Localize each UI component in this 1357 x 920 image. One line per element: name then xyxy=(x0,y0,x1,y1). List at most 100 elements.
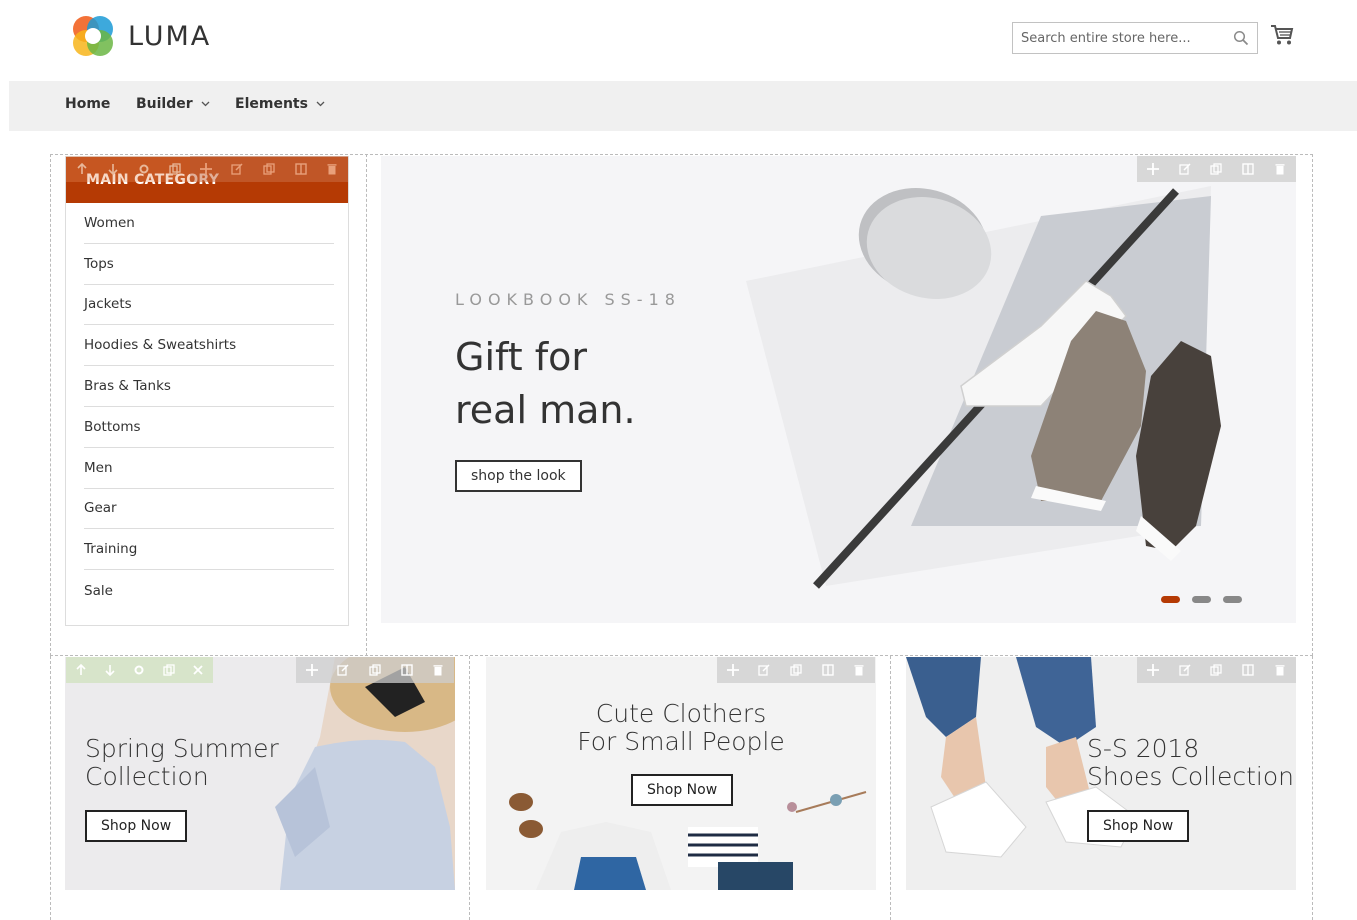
element-toolbar xyxy=(717,657,875,683)
duplicate-icon[interactable] xyxy=(263,163,275,175)
duplicate-icon[interactable] xyxy=(1210,664,1223,676)
category-item-gear[interactable]: Gear xyxy=(84,489,334,530)
nav-item-elements[interactable]: Elements xyxy=(235,96,325,112)
category-list: Women Tops Jackets Hoodies & Sweatshirts… xyxy=(66,203,348,611)
hero-slider: LOOKBOOK SS-18 Gift for real man. shop t… xyxy=(381,156,1296,623)
duplicate-icon[interactable] xyxy=(790,664,802,676)
search-input[interactable] xyxy=(1013,23,1223,53)
columns-icon[interactable] xyxy=(821,664,834,676)
move-icon[interactable] xyxy=(1146,163,1159,175)
hero-title-line: Gift for xyxy=(455,335,587,379)
promo-title: Spring Summer Collection xyxy=(85,735,279,791)
nav-item-builder[interactable]: Builder xyxy=(136,96,210,112)
shop-now-button[interactable]: Shop Now xyxy=(631,774,734,806)
delete-icon[interactable] xyxy=(432,664,444,676)
category-item-training[interactable]: Training xyxy=(84,529,334,571)
slide-dot[interactable] xyxy=(1223,596,1242,603)
columns-icon[interactable] xyxy=(1242,163,1254,175)
category-item-bras-tanks[interactable]: Bras & Tanks xyxy=(84,366,334,407)
chevron-down-icon xyxy=(201,101,210,107)
element-toolbar xyxy=(1137,657,1296,683)
category-item-jackets[interactable]: Jackets xyxy=(84,285,334,326)
category-item-men[interactable]: Men xyxy=(84,448,334,489)
logo[interactable]: LUMA xyxy=(70,13,211,59)
brand-name: LUMA xyxy=(128,20,212,52)
gear-icon[interactable] xyxy=(133,664,145,676)
column-divider xyxy=(890,656,891,920)
chevron-down-icon xyxy=(316,101,325,107)
promo-title-line: Spring Summer xyxy=(85,734,279,763)
slider-pagination xyxy=(1161,596,1242,603)
nav-item-home[interactable]: Home xyxy=(65,96,110,112)
column-divider xyxy=(366,154,367,656)
arrow-up-icon[interactable] xyxy=(76,163,88,175)
shop-now-button[interactable]: Shop Now xyxy=(1087,810,1190,842)
promo-title-line: S-S 2018 xyxy=(1087,734,1200,763)
duplicate-icon[interactable] xyxy=(1210,163,1223,175)
row-toolbar xyxy=(66,156,190,182)
delete-icon[interactable] xyxy=(1274,163,1286,175)
edit-icon[interactable] xyxy=(337,664,349,676)
close-icon[interactable] xyxy=(192,664,204,676)
promo-title-line: For Small People xyxy=(577,727,785,756)
arrow-down-icon[interactable] xyxy=(104,664,116,676)
move-icon[interactable] xyxy=(726,664,739,676)
edit-icon[interactable] xyxy=(1179,664,1191,676)
move-icon[interactable] xyxy=(1146,664,1159,676)
row-toolbar xyxy=(66,657,213,683)
duplicate-icon[interactable] xyxy=(369,664,381,676)
promo-title-line: Shoes Collection xyxy=(1087,762,1295,791)
category-item-bottoms[interactable]: Bottoms xyxy=(84,407,334,448)
nav-item-label: Home xyxy=(65,96,111,112)
search-icon[interactable] xyxy=(1233,30,1249,46)
move-icon[interactable] xyxy=(305,664,318,676)
shop-now-button[interactable]: Shop Now xyxy=(85,810,188,842)
edit-icon[interactable] xyxy=(1179,163,1191,175)
main-nav: Home Builder Elements xyxy=(9,81,1357,131)
category-menu: MAIN CATEGORY Women Tops Jackets Hoodies… xyxy=(65,156,349,626)
category-item-hoodies[interactable]: Hoodies & Sweatshirts xyxy=(84,325,334,367)
category-item-women[interactable]: Women xyxy=(84,203,334,244)
promo-title-line: Collection xyxy=(85,762,209,791)
duplicate-icon[interactable] xyxy=(168,163,181,175)
builder-row-divider xyxy=(50,655,1313,656)
column-divider xyxy=(469,656,470,920)
promo-banner-kids[interactable]: Cute Clothers For Small People Shop Now xyxy=(486,657,876,890)
promo-banner-spring[interactable]: Spring Summer Collection Shop Now xyxy=(65,657,455,890)
nav-item-label: Elements xyxy=(235,96,308,112)
cart-icon[interactable] xyxy=(1270,24,1294,46)
columns-icon[interactable] xyxy=(400,664,413,676)
edit-icon[interactable] xyxy=(758,664,770,676)
promo-title: S-S 2018 Shoes Collection xyxy=(1087,735,1294,791)
gear-icon[interactable] xyxy=(138,163,150,175)
promo-banner-shoes[interactable]: S-S 2018 Shoes Collection Shop Now xyxy=(906,657,1296,890)
hero-eyebrow: LOOKBOOK SS-18 xyxy=(455,290,681,309)
slide-dot[interactable] xyxy=(1192,596,1211,603)
element-toolbar xyxy=(190,156,348,182)
category-item-tops[interactable]: Tops xyxy=(84,244,334,285)
column-divider xyxy=(50,656,51,920)
edit-icon[interactable] xyxy=(231,163,243,175)
element-toolbar xyxy=(296,657,454,683)
arrow-up-icon[interactable] xyxy=(75,664,87,676)
columns-icon[interactable] xyxy=(1242,664,1254,676)
hero-shoes-image xyxy=(746,186,1221,589)
delete-icon[interactable] xyxy=(326,163,338,175)
delete-icon[interactable] xyxy=(853,664,865,676)
hero-title-line: real man. xyxy=(455,388,636,432)
header: LUMA xyxy=(0,0,1357,80)
move-icon[interactable] xyxy=(199,163,212,175)
duplicate-icon[interactable] xyxy=(163,664,175,676)
arrow-down-icon[interactable] xyxy=(107,163,119,175)
slide-dot[interactable] xyxy=(1161,596,1180,603)
shop-the-look-button[interactable]: shop the look xyxy=(455,460,582,492)
columns-icon[interactable] xyxy=(294,163,307,175)
hero-title: Gift for real man. xyxy=(455,331,755,437)
search-box xyxy=(1012,22,1258,54)
promo-title-line: Cute Clothers xyxy=(595,699,767,728)
delete-icon[interactable] xyxy=(1274,664,1286,676)
promo-title: Cute Clothers For Small People xyxy=(486,700,876,756)
column-divider xyxy=(1312,656,1313,920)
category-item-sale[interactable]: Sale xyxy=(84,570,334,611)
luma-logo-icon xyxy=(73,16,113,56)
